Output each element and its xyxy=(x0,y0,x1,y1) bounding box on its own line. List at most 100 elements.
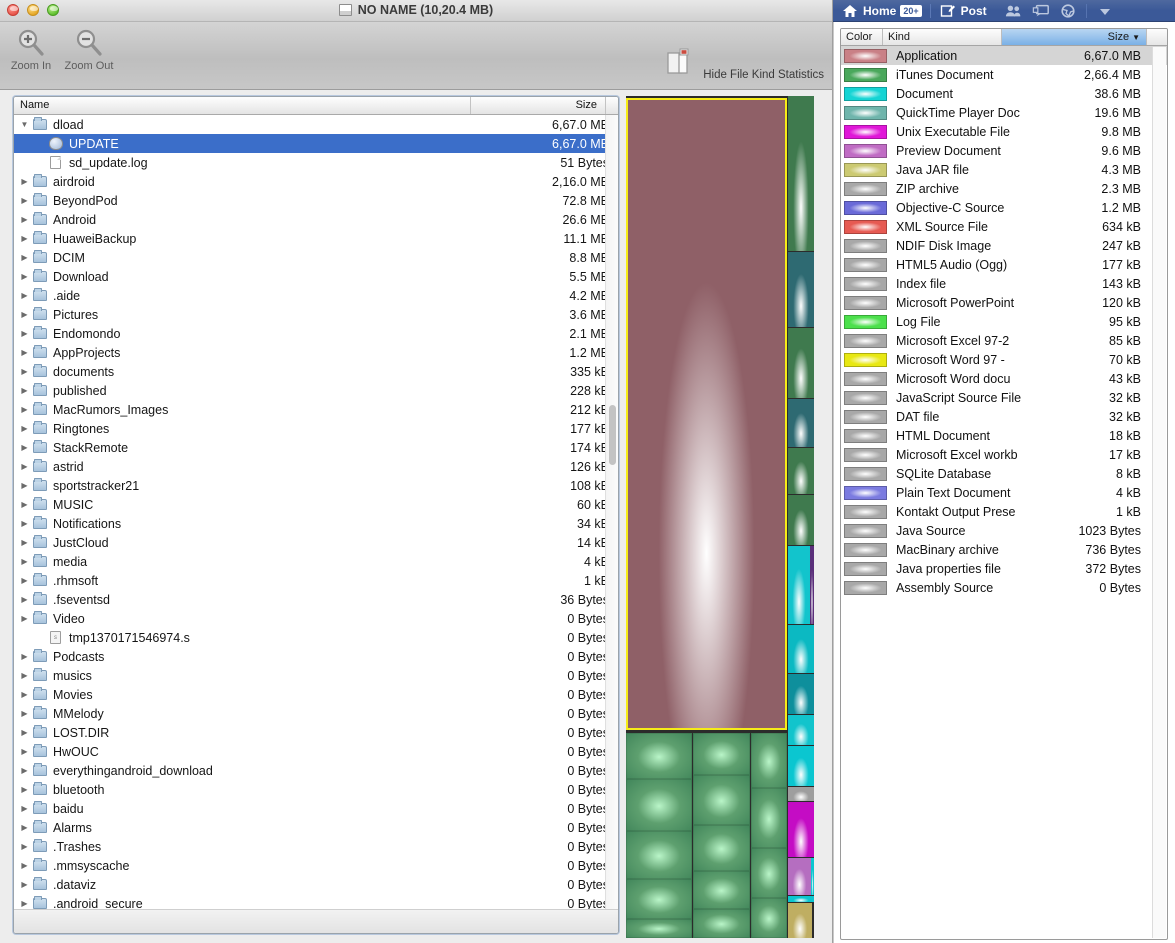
table-row[interactable]: ▶ baidu 0 Bytes xyxy=(14,799,618,818)
disclosure-triangle-closed-icon[interactable]: ▶ xyxy=(18,875,31,894)
list-item[interactable]: iTunes Document 2,66.4 MB xyxy=(841,65,1167,84)
list-item[interactable]: Unix Executable File 9.8 MB xyxy=(841,122,1167,141)
disclosure-triangle-closed-icon[interactable]: ▶ xyxy=(18,514,31,533)
table-row[interactable]: ▶ BeyondPod 72.8 MB xyxy=(14,191,618,210)
table-row[interactable]: ▶ JustCloud 14 kB xyxy=(14,533,618,552)
disclosure-triangle-closed-icon[interactable]: ▶ xyxy=(18,533,31,552)
table-row[interactable]: ▶ StackRemote 174 kB xyxy=(14,438,618,457)
table-row[interactable]: ▶ airdroid 2,16.0 MB xyxy=(14,172,618,191)
disclosure-triangle-closed-icon[interactable]: ▶ xyxy=(18,704,31,723)
treemap-cell[interactable] xyxy=(788,746,814,786)
window-titlebar[interactable]: NO NAME (10,20.4 MB) xyxy=(0,0,832,22)
file-list-scroll-thumb[interactable] xyxy=(609,405,616,465)
zoom-out-button[interactable]: Zoom Out xyxy=(58,28,120,72)
treemap-cell[interactable] xyxy=(788,328,814,398)
kind-list-scrollbar[interactable] xyxy=(1152,47,1166,938)
treemap-cell[interactable] xyxy=(811,858,814,895)
list-item[interactable]: Preview Document 9.6 MB xyxy=(841,141,1167,160)
disclosure-triangle-closed-icon[interactable]: ▶ xyxy=(18,571,31,590)
column-header-color[interactable]: Color xyxy=(841,29,883,45)
treemap-cell[interactable] xyxy=(626,879,692,919)
disclosure-triangle-closed-icon[interactable]: ▶ xyxy=(18,324,31,343)
table-row[interactable]: ▶ .mmsyscache 0 Bytes xyxy=(14,856,618,875)
treemap-cell-selected[interactable] xyxy=(626,98,787,730)
table-row[interactable]: ▶ Notifications 34 kB xyxy=(14,514,618,533)
list-item[interactable]: Application 6,67.0 MB xyxy=(841,46,1167,65)
disclosure-triangle-closed-icon[interactable]: ▶ xyxy=(18,191,31,210)
table-row[interactable]: ▶ bluetooth 0 Bytes xyxy=(14,780,618,799)
table-row[interactable]: ▶ DCIM 8.8 MB xyxy=(14,248,618,267)
treemap-cell[interactable] xyxy=(810,546,814,624)
disclosure-triangle-closed-icon[interactable]: ▶ xyxy=(18,248,31,267)
disclosure-triangle-closed-icon[interactable]: ▶ xyxy=(18,761,31,780)
list-item[interactable]: Document 38.6 MB xyxy=(841,84,1167,103)
table-row[interactable]: ▶ published 228 kB xyxy=(14,381,618,400)
treemap-cell[interactable] xyxy=(788,802,814,857)
treemap-cell[interactable] xyxy=(788,96,814,251)
list-item[interactable]: Microsoft PowerPoint 120 kB xyxy=(841,293,1167,312)
table-row[interactable]: ▶ everythingandroid_download 0 Bytes xyxy=(14,761,618,780)
table-row[interactable]: ▶ media 4 kB xyxy=(14,552,618,571)
disclosure-triangle-closed-icon[interactable]: ▶ xyxy=(18,495,31,514)
table-row[interactable]: UPDATE 6,67.0 MB xyxy=(14,134,618,153)
disclosure-triangle-closed-icon[interactable]: ▶ xyxy=(18,476,31,495)
list-item[interactable]: Index file 143 kB xyxy=(841,274,1167,293)
file-list-scrollbar[interactable] xyxy=(605,115,618,933)
list-item[interactable]: Plain Text Document 4 kB xyxy=(841,483,1167,502)
hide-file-kind-statistics-button[interactable]: Hide File Kind Statistics xyxy=(654,48,824,81)
disclosure-triangle-closed-icon[interactable]: ▶ xyxy=(18,172,31,191)
disclosure-triangle-closed-icon[interactable]: ▶ xyxy=(18,780,31,799)
list-item[interactable]: Kontakt Output Prese 1 kB xyxy=(841,502,1167,521)
table-row[interactable]: ▶ MacRumors_Images 212 kB xyxy=(14,400,618,419)
table-row[interactable]: ▶ Alarms 0 Bytes xyxy=(14,818,618,837)
table-row[interactable]: ▶ .Trashes 0 Bytes xyxy=(14,837,618,856)
disclosure-triangle-closed-icon[interactable]: ▶ xyxy=(18,742,31,761)
treemap-cell[interactable] xyxy=(693,775,750,825)
column-header-size[interactable]: Size ▼ xyxy=(1002,29,1147,45)
treemap-cell[interactable] xyxy=(788,546,810,624)
treemap-cell[interactable] xyxy=(788,625,814,673)
list-item[interactable]: Microsoft Excel workb 17 kB xyxy=(841,445,1167,464)
list-item[interactable]: DAT file 32 kB xyxy=(841,407,1167,426)
table-row[interactable]: ▶ sportstracker21 108 kB xyxy=(14,476,618,495)
chevron-down-icon[interactable] xyxy=(1096,4,1114,18)
column-header-name[interactable]: Name xyxy=(14,97,471,114)
disclosure-triangle-closed-icon[interactable]: ▶ xyxy=(18,685,31,704)
disclosure-triangle-closed-icon[interactable]: ▶ xyxy=(18,837,31,856)
list-item[interactable]: ZIP archive 2.3 MB xyxy=(841,179,1167,198)
disclosure-triangle-closed-icon[interactable]: ▶ xyxy=(18,229,31,248)
treemap-cell[interactable] xyxy=(751,733,787,788)
treemap-cell[interactable] xyxy=(751,788,787,848)
disclosure-triangle-closed-icon[interactable]: ▶ xyxy=(18,647,31,666)
list-item[interactable]: Java JAR file 4.3 MB xyxy=(841,160,1167,179)
list-item[interactable]: Microsoft Word docu 43 kB xyxy=(841,369,1167,388)
table-row[interactable]: ▶ HwOUC 0 Bytes xyxy=(14,742,618,761)
table-row[interactable]: ▶ Pictures 3.6 MB xyxy=(14,305,618,324)
list-item[interactable]: HTML5 Audio (Ogg) 177 kB xyxy=(841,255,1167,274)
table-row[interactable]: ▶ LOST.DIR 0 Bytes xyxy=(14,723,618,742)
notifications-globe-icon[interactable] xyxy=(1059,3,1077,18)
treemap-cell[interactable] xyxy=(693,909,750,938)
list-item[interactable]: XML Source File 634 kB xyxy=(841,217,1167,236)
column-header-file-size[interactable]: Size xyxy=(471,97,606,114)
disclosure-triangle-closed-icon[interactable]: ▶ xyxy=(18,438,31,457)
disclosure-triangle-closed-icon[interactable]: ▶ xyxy=(18,799,31,818)
disclosure-triangle-closed-icon[interactable]: ▶ xyxy=(18,210,31,229)
list-item[interactable]: SQLite Database 8 kB xyxy=(841,464,1167,483)
table-row[interactable]: ▶ MMelody 0 Bytes xyxy=(14,704,618,723)
table-row[interactable]: ▶ MUSIC 60 kB xyxy=(14,495,618,514)
friend-requests-icon[interactable] xyxy=(1005,4,1023,18)
list-item[interactable]: JavaScript Source File 32 kB xyxy=(841,388,1167,407)
table-row[interactable]: ▶ Video 0 Bytes xyxy=(14,609,618,628)
table-row[interactable]: ▶ Download 5.5 MB xyxy=(14,267,618,286)
treemap-cell[interactable] xyxy=(788,674,814,714)
table-row[interactable]: ▶ .fseventsd 36 Bytes xyxy=(14,590,618,609)
disclosure-triangle-closed-icon[interactable]: ▶ xyxy=(18,856,31,875)
table-row[interactable]: ▼ dload 6,67.0 MB xyxy=(14,115,618,134)
nav-item-home[interactable]: Home 20+ xyxy=(833,0,930,22)
disclosure-triangle-closed-icon[interactable]: ▶ xyxy=(18,818,31,837)
messages-icon[interactable] xyxy=(1032,4,1050,18)
zoom-in-button[interactable]: Zoom In xyxy=(0,28,62,72)
disclosure-triangle-closed-icon[interactable]: ▶ xyxy=(18,400,31,419)
disclosure-triangle-closed-icon[interactable]: ▶ xyxy=(18,286,31,305)
